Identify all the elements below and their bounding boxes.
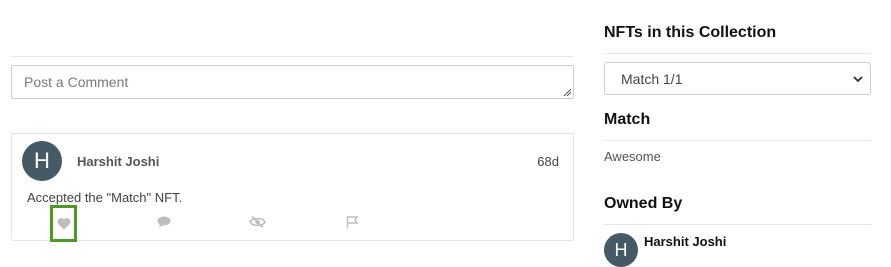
flag-icon — [346, 215, 358, 228]
nft-select[interactable]: Match 1/1 — [605, 63, 870, 94]
comment-card: H Harshit Joshi 68d Accepted the "Match"… — [11, 133, 574, 242]
hide-button[interactable] — [243, 205, 271, 239]
resize-grip-icon[interactable] — [563, 88, 571, 96]
comment-author[interactable]: Harshit Joshi — [77, 154, 159, 169]
avatar[interactable]: H — [22, 141, 62, 181]
nft-name: Match — [604, 111, 651, 128]
nft-select-container[interactable]: Match 1/1 — [604, 62, 871, 95]
divider — [604, 53, 871, 54]
divider — [11, 56, 574, 57]
hide-icon — [248, 216, 266, 228]
flag-button[interactable] — [338, 205, 366, 239]
divider — [604, 224, 871, 225]
divider — [604, 140, 871, 141]
collection-title: NFTs in this Collection — [604, 24, 777, 41]
heart-icon — [57, 218, 70, 230]
comment-text: Accepted the "Match" NFT. — [27, 190, 183, 205]
reply-button[interactable] — [150, 205, 178, 239]
comment-icon — [157, 216, 171, 228]
like-button[interactable] — [50, 205, 77, 242]
comment-input[interactable] — [12, 66, 573, 98]
owner-avatar[interactable]: H — [604, 233, 638, 267]
owned-by-title: Owned By — [604, 195, 683, 212]
nft-description: Awesome — [604, 149, 661, 164]
comment-input-container[interactable] — [11, 65, 574, 99]
owner-name[interactable]: Harshit Joshi — [644, 234, 726, 249]
comment-timestamp: 68d — [537, 154, 559, 169]
